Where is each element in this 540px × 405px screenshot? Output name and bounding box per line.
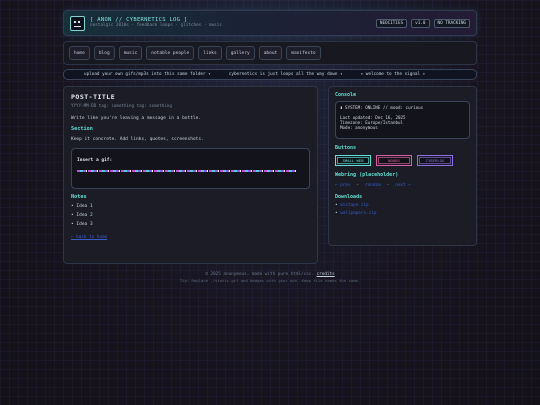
webring-separator: · (356, 183, 360, 188)
webring-links: ← prev · random · next → (335, 183, 470, 188)
nav-home[interactable]: home (69, 46, 90, 60)
back-home-link[interactable]: ← back to home (71, 235, 107, 240)
nav-manifesto[interactable]: manifesto (286, 46, 321, 60)
badge-neocities: NEOCITIES (375, 18, 408, 28)
buttons-heading: Buttons (335, 145, 357, 151)
nav-notable-people[interactable]: notable people (146, 46, 195, 60)
nav-links[interactable]: links (198, 46, 222, 60)
footer-tip: Tip: Replace ./static.gif and badges wit… (179, 278, 361, 283)
title-block: [ ANON // CYBERNETICS LOG ] nostalgic 20… (90, 17, 372, 30)
badge-no-tracking: NO TRACKING (433, 18, 470, 28)
glitch-gif-image (77, 170, 297, 172)
webring-random-link[interactable]: random (365, 183, 381, 188)
site-header: [ ANON // CYBERNETICS LOG ] nostalgic 20… (63, 10, 477, 36)
badge-version: v1.0 (411, 18, 430, 28)
site-footer: © 2025 anonymous. made with pure html/cs… (63, 272, 477, 284)
main-row: POST-TITLE YYYY-MM-DD tag: something tag… (63, 86, 477, 264)
webring-heading: Webring (placeholder) (335, 172, 399, 178)
post-card: POST-TITLE YYYY-MM-DD tag: something tag… (63, 86, 318, 264)
post-meta: YYYY-MM-DD tag: something tag: something (71, 103, 172, 108)
post-intro: Write like you're leaving a message in a… (71, 116, 202, 121)
list-item: Idea 1 (71, 204, 310, 209)
console-mode: Mode: anonymous (340, 125, 378, 130)
post-title: POST-TITLE (71, 93, 116, 101)
terminal-face-icon (70, 15, 85, 31)
list-item: Idea 3 (71, 222, 310, 227)
webring-prev-link[interactable]: ← prev (335, 183, 351, 188)
webring-next-link[interactable]: next → (395, 183, 411, 188)
gif-label: Insert a gif: (77, 158, 113, 163)
footer-copyright: © 2025 anonymous. made with pure html/cs… (205, 272, 314, 277)
cyberlog-button[interactable]: CYBERLOG (417, 155, 453, 166)
sidebar: Console ▮ SYSTEM: ONLINE // mood: curiou… (328, 86, 477, 246)
console-heading: Console (335, 92, 357, 98)
downloads-heading: Downloads (335, 194, 363, 200)
ticker-item: cybernetics is just loops all the way do… (228, 72, 343, 77)
site-subtitle: nostalgic 2010s · feedback loops · glitc… (90, 23, 222, 28)
list-item: Idea 2 (71, 213, 310, 218)
console-box: ▮ SYSTEM: ONLINE // mood: curious Last u… (335, 101, 470, 139)
small-web-button[interactable]: SMALL WEB (335, 155, 371, 166)
footer-credits-link[interactable]: credits (317, 272, 335, 277)
nav-gallery[interactable]: gallery (225, 46, 255, 60)
notes-heading: Notes (71, 194, 87, 200)
download-wallpapers-link[interactable]: wallpapers.zip (335, 211, 470, 216)
section-text: Keep it concrete. Add links, quotes, scr… (71, 137, 204, 142)
download-mixtape-link[interactable]: mixtape.zip (335, 203, 470, 208)
ticker-item: ✦ welcome to the signal ✦ (360, 72, 426, 77)
notes-list: Idea 1 Idea 2 Idea 3 (71, 204, 310, 227)
webring-separator: · (386, 183, 390, 188)
nav-about[interactable]: about (258, 46, 283, 60)
noads-button[interactable]: NOADS (376, 155, 412, 166)
buttons-row: SMALL WEB NOADS CYBERLOG (335, 155, 470, 166)
section-heading: Section (71, 126, 93, 132)
marquee-ticker: upload your own gifs/mp3s into this same… (63, 69, 477, 80)
nav-music[interactable]: music (118, 46, 143, 60)
gif-box: Insert a gif: (71, 148, 310, 189)
ticker-item: upload your own gifs/mp3s into this same… (84, 72, 211, 77)
nav-blog[interactable]: blog (93, 46, 115, 60)
main-nav: home blog music notable people links gal… (63, 41, 477, 65)
downloads-list: mixtape.zip wallpapers.zip (335, 203, 470, 216)
page-wrapper: [ ANON // CYBERNETICS LOG ] nostalgic 20… (63, 10, 477, 284)
